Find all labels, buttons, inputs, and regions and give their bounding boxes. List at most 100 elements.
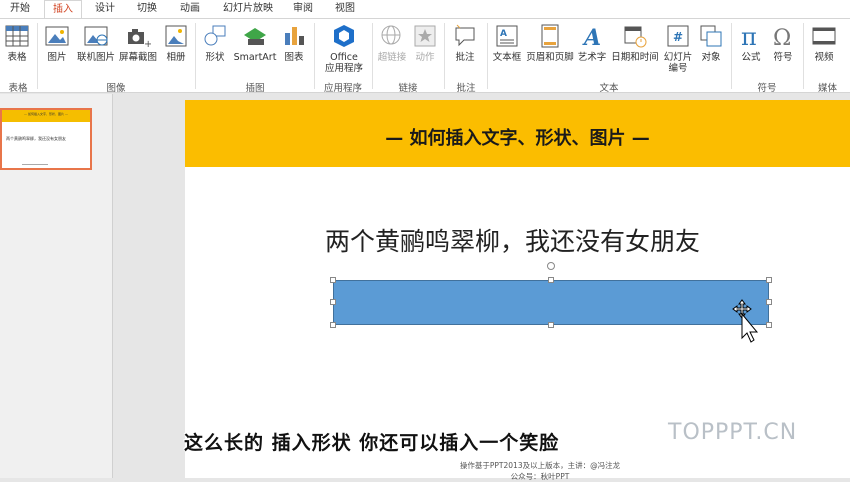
thumbnail-footer bbox=[22, 164, 48, 165]
album-button[interactable]: 相册 bbox=[162, 21, 190, 77]
resize-handle-r[interactable] bbox=[766, 299, 772, 305]
office-apps-button[interactable]: Office 应用程序 bbox=[318, 21, 370, 77]
symbol-button[interactable]: Ω 符号 bbox=[768, 21, 798, 77]
tab-review[interactable]: 审阅 bbox=[284, 0, 322, 18]
group-comments: 批注 bbox=[456, 83, 476, 94]
group-images: 图像 bbox=[106, 83, 126, 94]
office-store-icon bbox=[334, 25, 354, 47]
header-footer-label: 页眉和页脚 bbox=[526, 52, 574, 63]
course-footer-line2: 公众号：秋叶PPT bbox=[510, 472, 570, 481]
screenshot-label: 屏幕截图 bbox=[118, 52, 157, 63]
thumbnail-text: 两个黄鹂鸣翠柳，我还没有女朋友 bbox=[6, 136, 66, 141]
datetime-button[interactable]: 日期和时间 bbox=[610, 21, 660, 77]
online-picture-button[interactable]: 联机图片 bbox=[76, 21, 116, 77]
slide-number-button[interactable]: # 幻灯片 编号 bbox=[662, 21, 694, 77]
object-button[interactable]: 对象 bbox=[696, 21, 726, 77]
separator bbox=[731, 23, 732, 89]
group-media: 媒体 bbox=[818, 83, 838, 94]
ribbon-tab-bar: 开始 插入 设计 切换 动画 幻灯片放映 审阅 视图 bbox=[0, 0, 850, 18]
slide-title[interactable]: — 如何插入文字、形状、图片 — bbox=[185, 124, 850, 150]
group-apps: 应用程序 bbox=[323, 83, 362, 94]
thumbnail-title: — 如何插入文字、形状、图片 — bbox=[24, 112, 68, 116]
separator bbox=[803, 23, 804, 89]
shapes-button[interactable]: 形状 bbox=[200, 21, 230, 77]
tab-home[interactable]: 开始 bbox=[0, 0, 40, 18]
action-label: 动作 bbox=[415, 52, 435, 63]
online-picture-label: 联机图片 bbox=[76, 52, 115, 63]
table-button[interactable]: 表格 bbox=[2, 21, 32, 77]
object-label: 对象 bbox=[701, 52, 721, 63]
globe-link-icon bbox=[381, 25, 401, 45]
smartart-label: SmartArt bbox=[233, 52, 277, 63]
resize-handle-t[interactable] bbox=[548, 277, 554, 283]
slide-thumbnail-1[interactable]: — 如何插入文字、形状、图片 — 两个黄鹂鸣翠柳，我还没有女朋友 bbox=[0, 108, 92, 170]
header-footer-icon bbox=[541, 24, 559, 48]
resize-handle-tr[interactable] bbox=[766, 277, 772, 283]
separator bbox=[37, 23, 38, 89]
textbox-icon: A bbox=[496, 25, 518, 47]
tab-insert[interactable]: 插入 bbox=[44, 0, 82, 18]
resize-handle-l[interactable] bbox=[330, 299, 336, 305]
camera-icon: + bbox=[128, 29, 151, 49]
omega-icon: Ω bbox=[773, 26, 791, 49]
rotate-handle[interactable] bbox=[547, 262, 555, 270]
resize-handle-br[interactable] bbox=[766, 322, 772, 328]
hyperlink-button[interactable]: 超链接 bbox=[376, 21, 408, 77]
comment-button[interactable]: 批注 bbox=[450, 21, 480, 77]
separator bbox=[195, 23, 196, 89]
tab-view[interactable]: 视图 bbox=[326, 0, 364, 18]
resize-handle-b[interactable] bbox=[548, 322, 554, 328]
group-symbols: 符号 bbox=[757, 83, 777, 94]
screenshot-button[interactable]: + 屏幕截图 bbox=[118, 21, 158, 77]
slide-body-text[interactable]: 两个黄鹂鸣翠柳，我还没有女朋友 bbox=[325, 222, 775, 258]
slide-number-icon: # bbox=[667, 25, 689, 47]
wordart-label: 艺术字 bbox=[577, 52, 607, 63]
shapes-icon bbox=[204, 25, 226, 46]
smartart-icon bbox=[244, 28, 266, 45]
move-cursor-icon bbox=[732, 299, 759, 343]
separator bbox=[444, 23, 445, 89]
resize-handle-bl[interactable] bbox=[330, 322, 336, 328]
picture-icon bbox=[45, 26, 69, 46]
title-banner: — 如何插入文字、形状、图片 — bbox=[185, 100, 850, 167]
watermark: TOPPPT.CN bbox=[668, 420, 798, 445]
calendar-clock-icon bbox=[624, 26, 647, 48]
header-footer-button[interactable]: 页眉和页脚 bbox=[526, 21, 574, 77]
resize-handle-tl[interactable] bbox=[330, 277, 336, 283]
group-tables: 表格 bbox=[8, 83, 28, 94]
film-icon bbox=[812, 27, 836, 45]
ribbon: 表格 表格 图片 联机图片 + 屏幕截图 相册 图像 形状 SmartArt 图… bbox=[0, 18, 850, 94]
comment-label: 批注 bbox=[455, 52, 475, 63]
tab-slideshow[interactable]: 幻灯片放映 bbox=[216, 0, 280, 18]
rectangle-shape[interactable] bbox=[333, 280, 769, 325]
svg-text:Ω: Ω bbox=[773, 26, 791, 49]
tab-transitions[interactable]: 切换 bbox=[128, 0, 166, 18]
star-action-icon bbox=[414, 25, 436, 47]
video-label: 视频 bbox=[814, 52, 834, 63]
table-icon bbox=[5, 25, 29, 47]
smartart-button[interactable]: SmartArt bbox=[232, 21, 278, 77]
svg-text:A: A bbox=[500, 29, 507, 39]
picture-button[interactable]: 图片 bbox=[42, 21, 72, 77]
office-apps-label-2: 应用程序 bbox=[324, 63, 363, 74]
video-subtitle: 这么长的 插入形状 你还可以插入一个笑脸 bbox=[184, 432, 560, 454]
video-button[interactable]: 视频 bbox=[808, 21, 840, 77]
svg-text:#: # bbox=[673, 30, 683, 44]
datetime-label: 日期和时间 bbox=[611, 52, 659, 63]
action-button[interactable]: 动作 bbox=[410, 21, 440, 77]
tab-design[interactable]: 设计 bbox=[86, 0, 124, 18]
symbol-label: 符号 bbox=[773, 52, 793, 63]
object-icon bbox=[700, 25, 722, 47]
svg-text:+: + bbox=[144, 39, 151, 49]
separator bbox=[487, 23, 488, 89]
chart-label: 图表 bbox=[284, 52, 304, 63]
picture-label: 图片 bbox=[47, 52, 67, 63]
chart-button[interactable]: 图表 bbox=[280, 21, 308, 77]
wordart-button[interactable]: A 艺术字 bbox=[576, 21, 608, 77]
slide-number-label-1: 幻灯片 bbox=[663, 52, 693, 63]
equation-button[interactable]: π 公式 bbox=[736, 21, 766, 77]
textbox-button[interactable]: A 文本框 bbox=[490, 21, 524, 77]
comment-icon bbox=[455, 24, 475, 47]
separator bbox=[314, 23, 315, 89]
tab-animations[interactable]: 动画 bbox=[170, 0, 210, 18]
